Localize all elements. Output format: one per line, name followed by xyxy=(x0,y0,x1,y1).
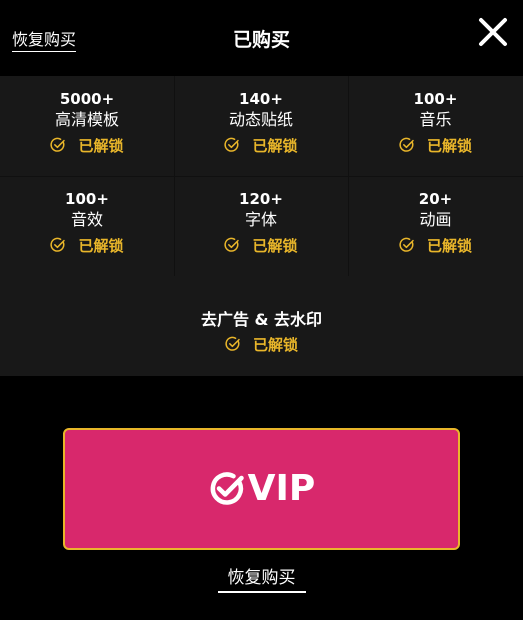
check-circle-icon xyxy=(399,137,415,153)
feature-music: 100+ 音乐 已解锁 xyxy=(348,76,523,176)
unlocked-features-panel: 5000+ 高清模板 已解锁 140+ 动态贴纸 已解锁 100+ 音乐 已解锁… xyxy=(0,76,523,376)
check-circle-icon xyxy=(224,137,240,153)
vip-label: VIP xyxy=(247,468,316,509)
feature-name: 动画 xyxy=(419,210,452,229)
restore-purchase-link-bottom[interactable]: 恢复购买 xyxy=(217,567,306,593)
feature-name: 音效 xyxy=(70,210,103,229)
unlock-status-label: 已解锁 xyxy=(252,236,298,255)
feature-count: 100+ xyxy=(65,190,109,208)
unlock-status-label: 已解锁 xyxy=(252,335,298,354)
check-circle-icon xyxy=(224,237,240,253)
feature-animations: 20+ 动画 已解锁 xyxy=(348,176,523,276)
header: 恢复购买 已购买 xyxy=(0,0,523,76)
feature-count: 100+ xyxy=(413,90,458,108)
feature-count: 140+ xyxy=(239,90,283,108)
feature-templates: 5000+ 高清模板 已解锁 xyxy=(0,76,174,176)
close-icon xyxy=(479,18,507,46)
feature-name: 高清模板 xyxy=(54,110,119,129)
unlock-status: 已解锁 xyxy=(348,134,523,156)
feature-no-ads-no-watermark: 去广告 & 去水印 已解锁 xyxy=(0,276,523,376)
feature-count: 120+ xyxy=(239,190,283,208)
restore-purchase-footer: 恢复购买 xyxy=(0,567,523,593)
unlock-status-label: 已解锁 xyxy=(426,136,472,155)
feature-name: 字体 xyxy=(244,210,277,229)
vip-button-content: VIP xyxy=(208,468,316,509)
page-title: 已购买 xyxy=(232,29,290,51)
feature-stickers: 140+ 动态贴纸 已解锁 xyxy=(174,76,348,176)
unlock-status: 已解锁 xyxy=(348,234,523,256)
unlock-status: 已解锁 xyxy=(0,234,174,256)
unlock-status: 已解锁 xyxy=(174,234,348,256)
features-grid: 5000+ 高清模板 已解锁 140+ 动态贴纸 已解锁 100+ 音乐 已解锁… xyxy=(0,76,523,276)
feature-sound-effects: 100+ 音效 已解锁 xyxy=(0,176,174,276)
feature-count: 20+ xyxy=(418,190,453,208)
check-circle-icon xyxy=(225,336,241,352)
feature-count: 5000+ xyxy=(59,90,115,108)
feature-name: 去广告 & 去水印 xyxy=(200,310,323,329)
unlock-status-label: 已解锁 xyxy=(252,136,298,155)
unlock-status-label: 已解锁 xyxy=(426,236,472,255)
close-button[interactable] xyxy=(475,14,511,50)
check-circle-icon xyxy=(50,137,66,153)
check-circle-icon xyxy=(399,237,415,253)
unlock-status-label: 已解锁 xyxy=(78,236,124,255)
unlock-status: 已解锁 xyxy=(0,134,174,156)
feature-name: 音乐 xyxy=(419,110,452,129)
unlock-status-label: 已解锁 xyxy=(78,136,124,155)
vip-button[interactable]: VIP xyxy=(63,428,460,550)
feature-fonts: 120+ 字体 已解锁 xyxy=(174,176,348,276)
check-circle-icon xyxy=(50,237,66,253)
unlock-status: 已解锁 xyxy=(0,333,523,355)
check-circle-icon xyxy=(210,472,244,505)
unlock-status: 已解锁 xyxy=(174,134,348,156)
feature-name: 动态贴纸 xyxy=(228,110,293,129)
